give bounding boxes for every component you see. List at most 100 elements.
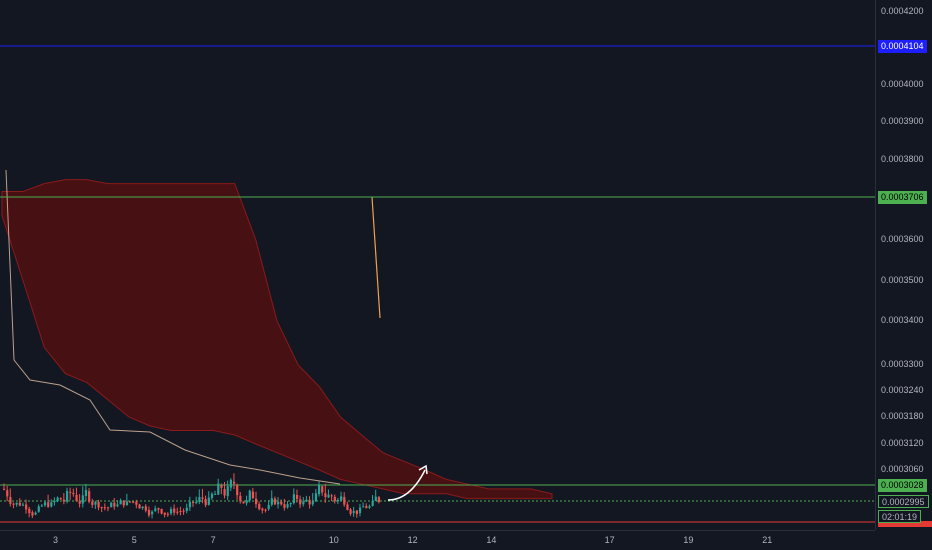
price-tick-label: 0.0003060 [881,464,924,474]
axis-corner [875,530,932,550]
candle-body [195,501,198,503]
candle-body [210,493,214,499]
candle-body [264,509,267,511]
candle-body [110,502,113,508]
bar-countdown-tag: 02:01:19 [878,510,922,523]
candle-body [327,494,330,498]
candle-body [299,499,302,505]
candle-body [368,506,371,508]
price-tick-label: 0.0003900 [881,116,924,126]
candle-body [207,497,210,505]
candle-body [132,501,135,503]
candle-body [15,502,18,505]
candle-body [3,488,6,490]
candle-body [141,506,144,509]
price-tick-label: 0.0003240 [881,385,924,395]
candle-body [365,506,368,509]
candle-body [192,501,195,503]
candle-body [188,501,192,508]
candle-body [53,501,56,503]
candle-body [283,504,286,508]
candle-body [308,499,311,505]
candle-body [66,490,69,502]
candle-body [289,503,292,505]
candle-body [362,506,365,508]
candle-body [62,499,66,502]
candle-body [151,511,154,515]
candle-body [119,500,122,505]
price-chart[interactable] [0,0,875,530]
candle-body [358,507,362,514]
candle-body [18,502,21,506]
candle-body [302,501,305,505]
candle-body [346,504,349,510]
time-tick-label: 21 [762,535,773,545]
candle-body [305,499,308,502]
time-tick-label: 12 [407,535,418,545]
candle-body [251,491,255,499]
ichimoku-cloud [1,179,553,500]
candle-body [267,504,270,510]
time-tick-label: 17 [604,535,615,545]
time-tick-label: 10 [328,535,339,545]
price-tick-label: 0.0003300 [881,359,924,369]
candle-body [69,491,72,493]
candle-body [292,494,295,504]
candle-body [226,486,229,497]
candle-body [258,503,261,510]
candle-body [154,508,157,511]
candle-body [106,507,110,509]
time-tick-label: 3 [53,535,59,545]
candle-body [40,505,43,507]
price-tick-label: 0.0003400 [881,315,924,325]
candle-body [185,507,188,511]
candle-body [9,497,12,504]
orange-spike-line [371,196,381,319]
time-tick-label: 19 [683,535,694,545]
candle-body [336,500,340,502]
candle-body [144,506,147,511]
candle-body [277,501,280,505]
lower-green-level-tag: 0.0003028 [878,479,927,492]
candle-body [56,497,59,502]
candle-body [94,502,97,505]
price-axis[interactable]: 0.0004200 0.0004000 0.0003900 0.0003800 0.00… [875,0,932,530]
candle-body [229,479,232,488]
candle-body [248,490,251,501]
candle-body [286,504,289,508]
candle-body [28,508,31,514]
candle-body [273,498,277,505]
candle-body [333,496,336,502]
candle-body [91,501,94,505]
candle-body [157,507,160,510]
candle-body [12,503,15,505]
candle-body [270,498,273,505]
candle-body [261,508,264,511]
candle-body [84,490,88,497]
candle-body [103,507,106,509]
candle-body [129,501,132,503]
candle-body [72,492,75,495]
upper-green-level-tag: 0.0003706 [878,191,927,204]
candle-body [88,491,91,502]
candle-body [135,501,138,505]
candle-body [21,504,25,506]
candle-body [352,511,355,513]
candle-body [371,500,374,506]
chart-pane[interactable] [0,0,875,530]
time-axis[interactable]: 3 5 7 10 12 14 17 19 21 [0,530,875,550]
price-tick-label: 0.0003120 [881,438,924,448]
candle-body [220,485,223,488]
candle-body [97,502,100,508]
candle-body [147,509,151,516]
candle-body [236,485,239,496]
candle-body [166,513,169,515]
candle-body [201,497,204,499]
candle-body [173,508,176,513]
candle-body [25,504,28,510]
candle-body [160,508,163,514]
price-tick-label: 0.0003180 [881,411,924,421]
candle-body [204,499,207,506]
candle-body [31,512,34,516]
candle-body [330,495,333,497]
